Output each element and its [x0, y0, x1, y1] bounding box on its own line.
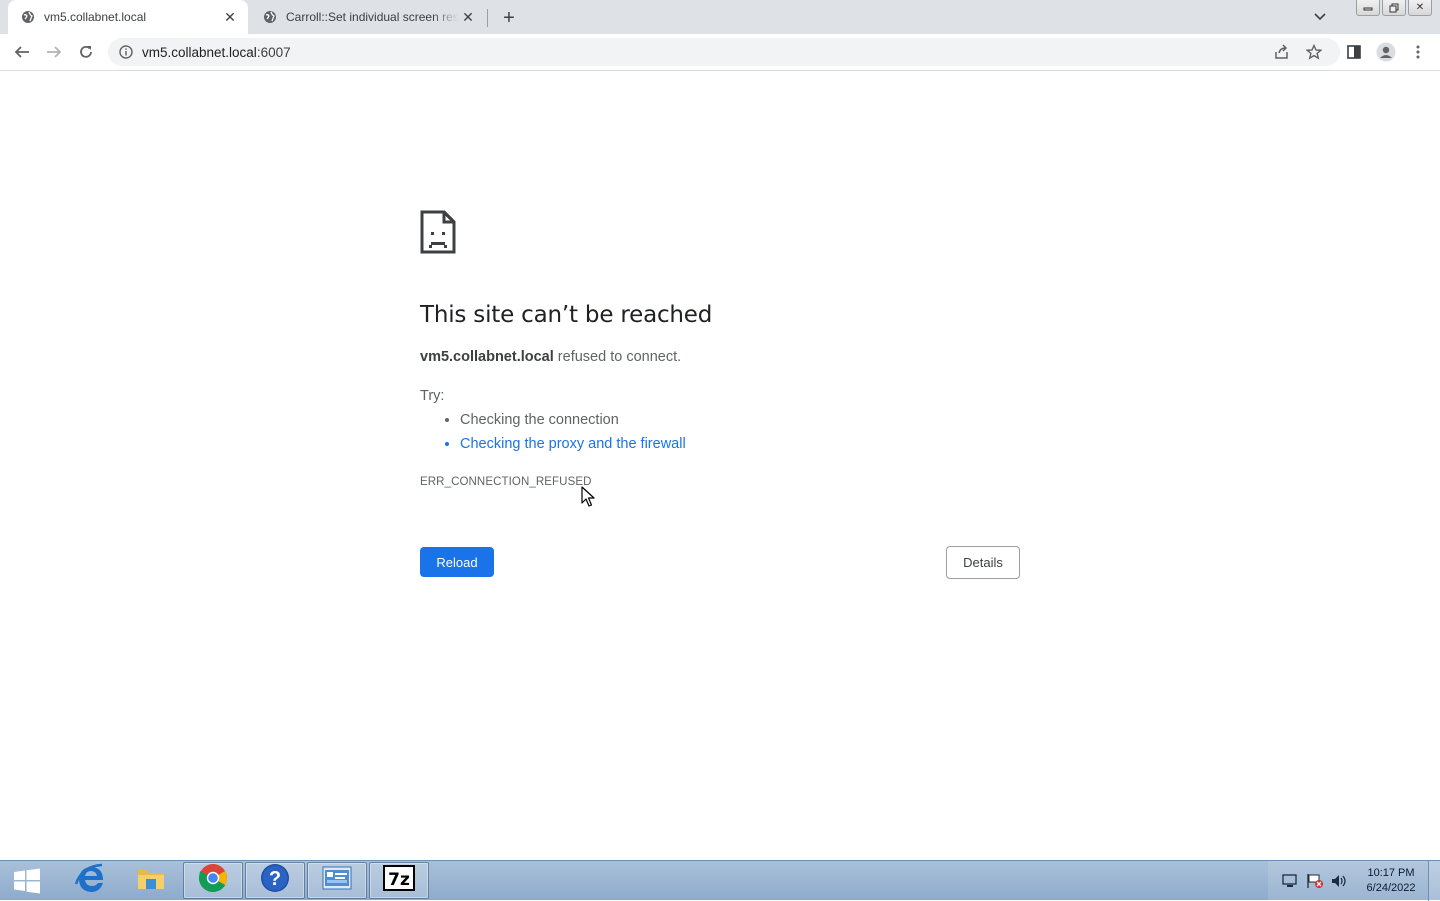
- taskbar-clock[interactable]: 10:17 PM 6/24/2022: [1360, 866, 1422, 896]
- tab-title: Carroll::Set individual screen reso: [286, 10, 458, 24]
- restore-button[interactable]: [1382, 0, 1406, 16]
- url-text: vm5.collabnet.local:6007: [142, 45, 291, 60]
- globe-icon: [20, 9, 36, 25]
- error-message: refused to connect.: [553, 349, 682, 365]
- control-panel-icon: [322, 865, 352, 896]
- bookmark-star-icon[interactable]: [1306, 44, 1322, 60]
- show-desktop-button[interactable]: [1428, 861, 1440, 901]
- window-controls: ✕: [1356, 0, 1432, 18]
- volume-icon[interactable]: [1330, 873, 1348, 889]
- network-icon[interactable]: [1282, 873, 1300, 889]
- forward-arrow-icon[interactable]: [42, 40, 66, 64]
- 7zip-icon: 7z: [383, 865, 415, 896]
- start-button[interactable]: [6, 864, 48, 898]
- info-icon[interactable]: [118, 44, 134, 60]
- close-window-button[interactable]: ✕: [1408, 0, 1432, 16]
- address-bar[interactable]: vm5.collabnet.local:6007: [108, 38, 1340, 66]
- browser-tab-strip: vm5.collabnet.local ✕ Carroll::Set indiv…: [0, 0, 1440, 34]
- url-host: vm5.collabnet.local: [142, 44, 257, 60]
- try-label: Try:: [420, 388, 445, 404]
- suggestion-check-proxy-link[interactable]: Checking the proxy and the firewall: [460, 436, 686, 460]
- url-port: :6007: [256, 44, 291, 60]
- side-panel-icon[interactable]: [1342, 40, 1366, 64]
- error-description: vm5.collabnet.local refused to connect.: [420, 349, 681, 365]
- clock-date: 6/24/2022: [1366, 882, 1416, 894]
- sad-page-icon: [420, 210, 456, 254]
- tab-title: vm5.collabnet.local: [44, 10, 147, 24]
- error-code: ERR_CONNECTION_REFUSED: [420, 476, 592, 488]
- windows-taskbar: ? 7z 10:17 PM 6/24/2022: [0, 860, 1440, 901]
- error-host: vm5.collabnet.local: [420, 349, 554, 365]
- svg-text:?: ?: [269, 868, 281, 890]
- tab-carroll[interactable]: Carroll::Set individual screen reso ✕: [250, 0, 486, 34]
- error-title: This site can’t be reached: [420, 302, 713, 328]
- clock-time: 10:17 PM: [1367, 867, 1415, 879]
- taskbar-help[interactable]: ?: [245, 862, 305, 899]
- svg-text:7z: 7z: [388, 870, 410, 890]
- reload-button[interactable]: Reload: [420, 547, 494, 577]
- help-icon: ?: [260, 863, 290, 898]
- ie-icon: [74, 862, 106, 899]
- tab-close-icon[interactable]: ✕: [458, 7, 478, 27]
- tab-vm5-collabnet[interactable]: vm5.collabnet.local ✕: [8, 0, 248, 34]
- reload-icon[interactable]: [74, 40, 98, 64]
- tab-search-icon[interactable]: [1310, 7, 1330, 27]
- taskbar-file-explorer[interactable]: [121, 862, 181, 899]
- chrome-icon: [198, 863, 228, 898]
- profile-avatar-icon[interactable]: [1374, 40, 1398, 64]
- taskbar-chrome[interactable]: [183, 862, 243, 899]
- browser-toolbar: vm5.collabnet.local:6007: [0, 34, 1440, 71]
- action-center-flag-icon[interactable]: [1306, 873, 1324, 889]
- tab-separator: [487, 9, 488, 27]
- mouse-cursor-icon: [581, 486, 595, 508]
- kebab-menu-icon[interactable]: [1406, 40, 1430, 64]
- taskbar-control-panel[interactable]: [307, 862, 367, 899]
- globe-icon: [262, 9, 278, 25]
- tab-close-icon[interactable]: ✕: [220, 7, 240, 27]
- back-arrow-icon[interactable]: [10, 40, 34, 64]
- suggestion-check-connection: Checking the connection: [460, 412, 686, 436]
- share-icon[interactable]: [1274, 44, 1290, 60]
- windows-logo-icon: [14, 868, 40, 894]
- new-tab-button[interactable]: +: [498, 7, 520, 29]
- folder-icon: [136, 865, 166, 896]
- details-button[interactable]: Details: [946, 546, 1020, 579]
- suggestion-list: Checking the connection Checking the pro…: [460, 412, 686, 460]
- taskbar-internet-explorer[interactable]: [60, 862, 120, 899]
- minimize-button[interactable]: [1356, 0, 1380, 16]
- taskbar-7zip[interactable]: 7z: [369, 862, 429, 899]
